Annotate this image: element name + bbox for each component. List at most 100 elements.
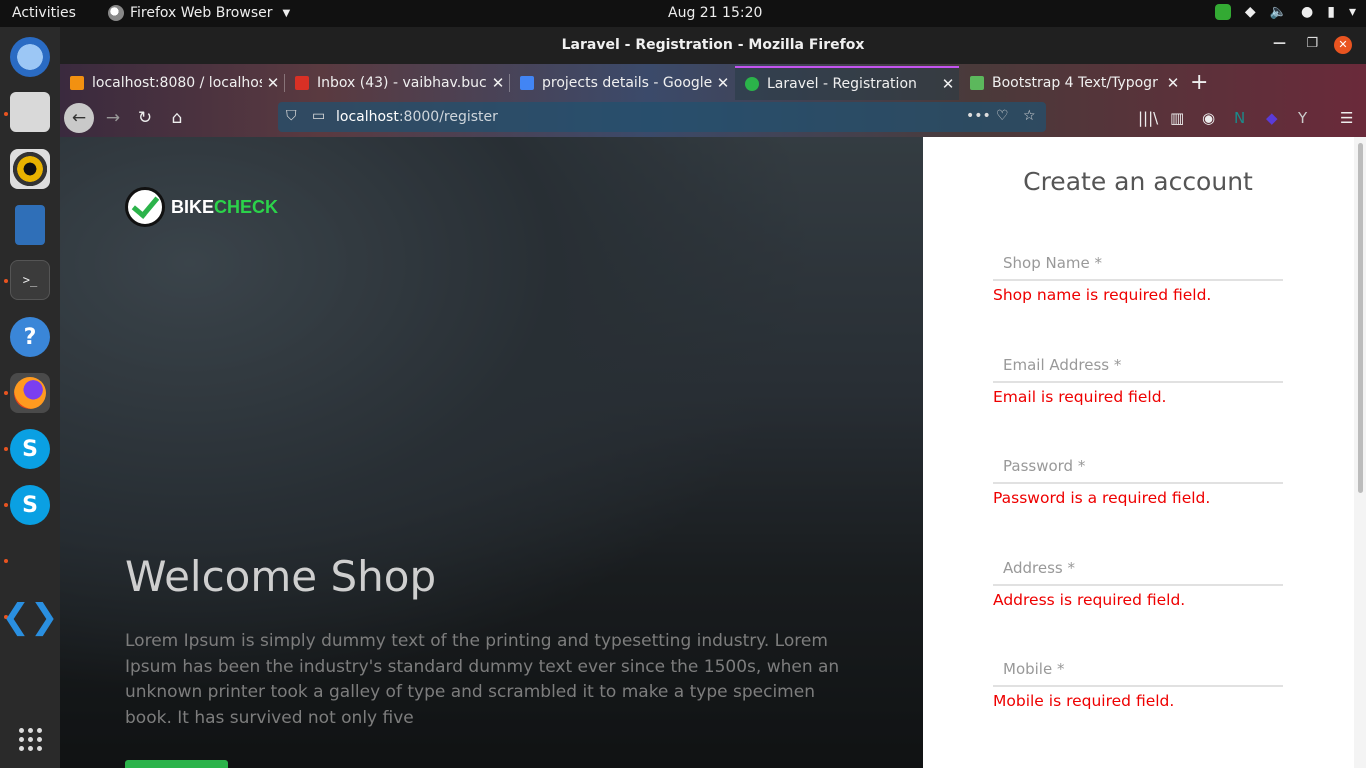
gnome-top-bar: Activities Firefox Web Browser ▼ Aug 21 …: [0, 0, 1366, 27]
tab-projects-details[interactable]: projects details - Google ✕: [510, 66, 734, 100]
tab-favicon-icon: [295, 76, 309, 90]
dock-help-icon[interactable]: ?: [10, 317, 50, 357]
checkmark-icon: [125, 187, 165, 227]
tab-favicon-icon: [970, 76, 984, 90]
tab-label: projects details - Google: [542, 75, 712, 91]
show-applications-icon[interactable]: [10, 719, 50, 759]
registration-form: Create an account Shop name is required …: [923, 137, 1366, 768]
volume-icon: 🔈: [1269, 4, 1288, 20]
mobile-group: Mobile is required field.: [993, 653, 1283, 710]
email-input[interactable]: [993, 349, 1283, 383]
tab-close-icon[interactable]: ✕: [262, 74, 284, 92]
dock-skype-icon[interactable]: S: [10, 485, 50, 525]
extension-cube-icon[interactable]: ◆: [1266, 109, 1278, 127]
running-indicator: [4, 391, 8, 395]
maximize-icon[interactable]: ❐: [1306, 36, 1318, 51]
dock-files-icon[interactable]: [10, 92, 50, 132]
navigation-toolbar: ← → ↻ ⌂ ⛉ ▭ localhost:8000/register ••• …: [60, 100, 1366, 137]
tab-inbox[interactable]: Inbox (43) - vaibhav.bucc ✕: [285, 66, 510, 100]
web-page: BIKECHECK Welcome Shop Lorem Ipsum is si…: [60, 137, 1366, 768]
page-scrollbar[interactable]: [1354, 137, 1366, 768]
extension-n-icon[interactable]: N: [1234, 109, 1245, 127]
reload-icon[interactable]: ↻: [130, 103, 160, 133]
tab-bootstrap-text[interactable]: Bootstrap 4 Text/Typogr ✕: [960, 66, 1184, 100]
hero-title: Welcome Shop: [125, 552, 437, 601]
library-icon[interactable]: |||\: [1138, 109, 1158, 127]
update-icon[interactable]: [1214, 4, 1231, 20]
bikecheck-logo[interactable]: BIKECHECK: [125, 187, 278, 227]
wifi-icon: ◆: [1244, 4, 1256, 20]
chevron-down-icon: ▼: [282, 7, 291, 19]
tab-label: localhost:8080 / localhost: [92, 75, 262, 91]
url-host: localhost: [336, 109, 399, 125]
home-icon[interactable]: ⌂: [162, 103, 192, 133]
tab-close-icon[interactable]: ✕: [937, 75, 959, 93]
back-arrow-icon[interactable]: ←: [64, 103, 94, 133]
tab-laravel-registration[interactable]: Laravel - Registration ✕: [735, 66, 959, 100]
browser-chrome: localhost:8080 / localhost ✕ Inbox (43) …: [60, 64, 1366, 137]
firefox-icon: [108, 5, 124, 21]
forward-arrow-icon[interactable]: →: [98, 103, 128, 133]
dock-thunderbird-icon[interactable]: [10, 37, 50, 77]
tab-close-icon[interactable]: ✕: [712, 74, 734, 92]
window-titlebar[interactable]: Laravel - Registration - Mozilla Firefox…: [60, 27, 1366, 64]
sidebar-icon[interactable]: ▥: [1170, 109, 1184, 127]
brand-name: BIKECHECK: [171, 196, 279, 217]
shop-name-error: Shop name is required field.: [993, 286, 1212, 304]
activities-button[interactable]: Activities: [12, 5, 76, 21]
shop-name-input[interactable]: [993, 247, 1283, 281]
running-indicator: [4, 112, 8, 116]
tab-favicon-icon: [520, 76, 534, 90]
page-actions-icon[interactable]: •••: [966, 108, 991, 124]
page-info-icon[interactable]: ▭: [312, 108, 325, 124]
hero-cta-button[interactable]: [125, 760, 228, 768]
tab-label: Bootstrap 4 Text/Typogr: [992, 75, 1158, 91]
url-bar[interactable]: ⛉ ▭ localhost:8000/register ••• ♡ ☆: [278, 102, 1046, 132]
hero-description: Lorem Ipsum is simply dummy text of the …: [125, 631, 840, 728]
running-indicator: [4, 279, 8, 283]
running-indicator: [4, 559, 8, 563]
tab-label: Laravel - Registration: [767, 76, 917, 92]
system-tray[interactable]: ◆ 🔈 ● ▮ ▾: [1214, 4, 1356, 20]
pocket-icon[interactable]: ♡: [996, 108, 1009, 124]
running-indicator: [4, 503, 8, 507]
tab-favicon-icon: [745, 77, 759, 91]
tab-label: Inbox (43) - vaibhav.bucc: [317, 75, 487, 91]
app-menu[interactable]: Firefox Web Browser ▼: [108, 5, 290, 21]
url-text[interactable]: localhost:8000/register: [336, 109, 498, 125]
dock-terminal-icon[interactable]: >_: [10, 260, 50, 300]
dock-firefox-icon[interactable]: [10, 373, 50, 413]
dock-rhythmbox-icon[interactable]: [10, 149, 50, 189]
shield-icon[interactable]: ⛉: [286, 108, 297, 124]
mobile-error: Mobile is required field.: [993, 692, 1175, 710]
minimize-icon[interactable]: —: [1273, 36, 1286, 51]
app-name: Firefox Web Browser: [130, 5, 273, 21]
hamburger-menu-icon[interactable]: ☰: [1340, 109, 1353, 127]
bookmark-star-icon[interactable]: ☆: [1023, 108, 1036, 124]
close-window-icon[interactable]: ✕: [1334, 36, 1352, 54]
password-group: Password is a required field.: [993, 450, 1283, 507]
hero-section: BIKECHECK Welcome Shop Lorem Ipsum is si…: [60, 137, 923, 768]
password-error: Password is a required field.: [993, 489, 1211, 507]
account-icon[interactable]: ◉: [1202, 109, 1215, 127]
tab-close-icon[interactable]: ✕: [487, 74, 509, 92]
url-path: :8000/register: [398, 109, 498, 125]
mobile-input[interactable]: [993, 653, 1283, 687]
dock-writer-icon[interactable]: [15, 205, 45, 245]
battery-icon: ▮: [1327, 4, 1335, 20]
system-menu-chevron-icon[interactable]: ▾: [1349, 4, 1356, 20]
dock-skype-icon[interactable]: S: [10, 429, 50, 469]
dock-vscode-icon[interactable]: ❮❯: [2, 597, 59, 637]
address-input[interactable]: [993, 552, 1283, 586]
tab-favicon-icon: [70, 76, 84, 90]
tab-close-icon[interactable]: ✕: [1162, 74, 1184, 92]
extension-y-icon[interactable]: Y: [1298, 109, 1307, 127]
running-indicator: [4, 447, 8, 451]
email-error: Email is required field.: [993, 388, 1167, 406]
email-group: Email is required field.: [993, 349, 1283, 406]
password-input[interactable]: [993, 450, 1283, 484]
microphone-icon: ●: [1301, 4, 1314, 20]
clock[interactable]: Aug 21 15:20: [668, 5, 762, 21]
new-tab-icon[interactable]: +: [1190, 70, 1208, 95]
tab-localhost-8080[interactable]: localhost:8080 / localhost ✕: [60, 66, 285, 100]
